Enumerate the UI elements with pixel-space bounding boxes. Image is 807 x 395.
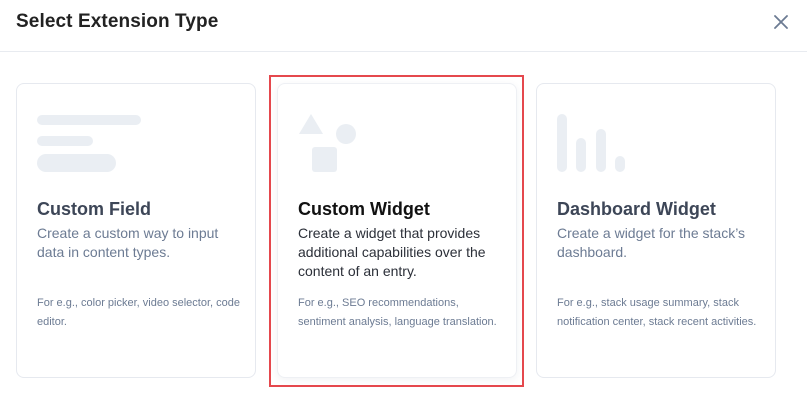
card-description: Create a widget for the stack’s dashboar… (557, 225, 746, 260)
card-description: Create a widget that provides additional… (298, 225, 486, 279)
extension-card-dashboard-widget[interactable]: Dashboard Widget Create a widget for the… (536, 83, 776, 378)
card-title: Dashboard Widget (557, 199, 716, 219)
card-example: For e.g., stack usage summary, stack not… (557, 297, 757, 328)
close-icon (774, 15, 788, 29)
extension-card-custom-field[interactable]: Custom Field Create a custom way to inpu… (16, 83, 256, 378)
dashboard-widget-icon (557, 114, 625, 172)
card-example: For e.g., color picker, video selector, … (37, 297, 240, 328)
card-title: Custom Widget (298, 199, 430, 219)
custom-field-icon (37, 115, 141, 172)
dialog-header: Select Extension Type (0, 0, 807, 52)
custom-widget-icon (299, 114, 356, 172)
dialog-title: Select Extension Type (16, 11, 219, 32)
extension-card-custom-widget[interactable]: Custom Widget Create a widget that provi… (277, 83, 517, 378)
close-button[interactable] (770, 11, 792, 33)
card-title: Custom Field (37, 199, 152, 219)
card-example: For e.g., SEO recommendations, sentiment… (298, 297, 497, 328)
card-description: Create a custom way to input data in con… (37, 225, 219, 260)
